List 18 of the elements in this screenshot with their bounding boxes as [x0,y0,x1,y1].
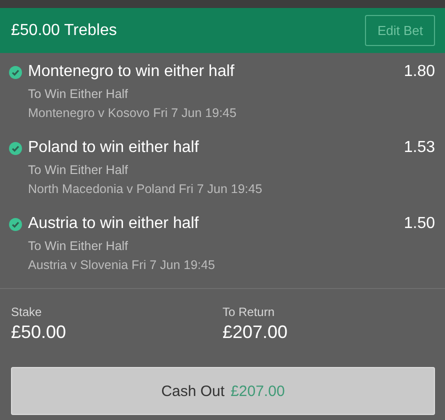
market-name: To Win Either Half [28,239,130,253]
selection-odds: 1.50 [404,215,435,233]
selection-name: Montenegro to win either half [28,63,236,81]
market-name: To Win Either Half [28,87,130,101]
selection-odds: 1.80 [404,63,435,81]
selection-name: Poland to win either half [28,139,200,157]
bet-title: £50.00 Trebles [11,22,117,40]
event-info: Montenegro v Kosovo Fri 7 Jun 19:45 [28,106,238,120]
selection-odds: 1.53 [404,139,435,157]
cash-out-button[interactable]: Cash Out £207.00 [11,367,435,415]
return-value: £207.00 [222,322,289,343]
selection-name: Austria to win either half [28,215,200,233]
market-name: To Win Either Half [28,163,130,177]
stake-label: Stake [11,305,43,319]
event-info: North Macedonia v Poland Fri 7 Jun 19:45 [28,182,264,196]
return-label: To Return [222,305,276,319]
event-info: Austria v Slovenia Fri 7 Jun 19:45 [28,258,216,272]
stake-value: £50.00 [11,322,68,343]
